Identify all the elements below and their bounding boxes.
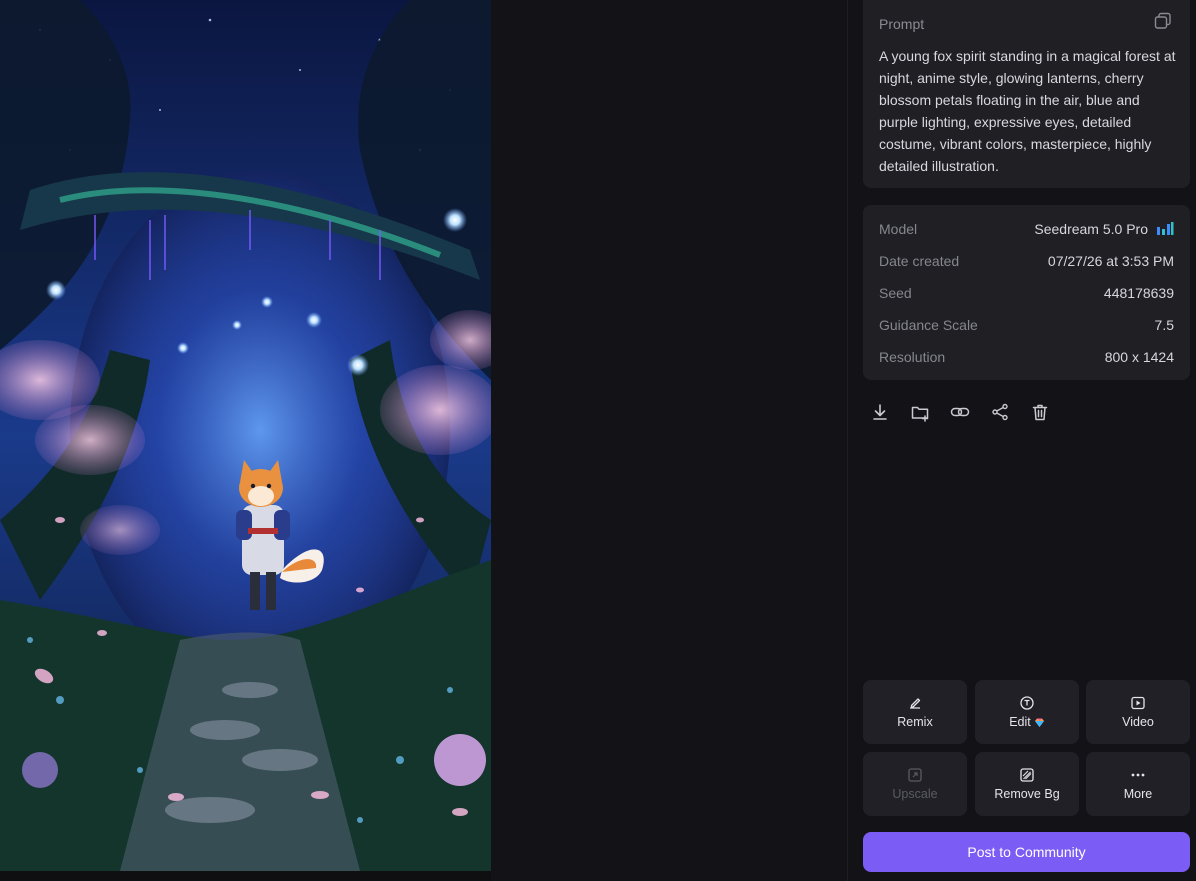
download-icon[interactable] [870,402,890,422]
remix-button[interactable]: Remix [863,680,967,744]
post-to-community-button[interactable]: Post to Community [863,832,1190,872]
gem-icon [1034,718,1044,727]
meta-row-seed: Seed 448178639 [879,283,1174,303]
remove-bg-label: Remove Bg [994,787,1060,801]
meta-row-resolution: Resolution 800 x 1424 [879,347,1174,367]
image-actions [870,402,1050,422]
video-button[interactable]: Video [1086,680,1190,744]
video-label: Video [1122,715,1154,729]
details-panel: Prompt A young fox spirit standing in a … [848,0,1196,881]
meta-row-model: Model Seedream 5.0 Pro [879,219,1174,239]
remix-label: Remix [897,715,933,729]
meta-value: 07/27/26 at 3:53 PM [1047,253,1174,269]
remove-bg-icon [1020,768,1034,782]
share-icon[interactable] [990,402,1010,422]
prompt-text: A young fox spirit standing in a magical… [879,48,1176,174]
more-label: More [1123,787,1153,801]
meta-row-date: Date created 07/27/26 at 3:53 PM [879,251,1174,271]
more-button[interactable]: More [1086,752,1190,816]
meta-key: Seed [879,285,912,301]
upscale-label: Upscale [892,787,938,801]
app-root: Prompt A young fox spirit standing in a … [0,0,1196,881]
meta-value: 7.5 [1154,317,1174,333]
meta-value: 448178639 [1103,285,1174,301]
prompt-label: Prompt [879,16,925,32]
meta-value: 800 x 1424 [1104,349,1174,365]
prompt-card: Prompt A young fox spirit standing in a … [863,0,1190,188]
fox-spirit-forest-image [0,0,491,871]
meta-key: Model [879,221,918,237]
more-icon [1131,773,1145,777]
upscale-button[interactable]: Upscale [863,752,967,816]
remove-bg-button[interactable]: Remove Bg [975,752,1079,816]
link-icon[interactable] [950,402,970,422]
meta-key: Resolution [879,349,946,365]
remix-icon [910,698,921,709]
edit-button[interactable]: Edit [975,680,1079,744]
edit-label: Edit [1009,715,1031,729]
edit-icon [1020,696,1034,710]
metadata-card: Model Seedream 5.0 Pro Date created 07/2… [863,205,1190,380]
meta-key: Date created [879,253,960,269]
generated-image[interactable] [0,0,491,871]
video-icon [1131,696,1145,710]
add-to-folder-icon[interactable] [910,402,930,422]
image-bottom-strip [0,871,491,881]
copy-icon[interactable] [1154,12,1172,30]
model-name: Seedream 5.0 Pro [1034,221,1148,237]
meta-row-guidance: Guidance Scale 7.5 [879,315,1174,335]
trash-icon[interactable] [1030,402,1050,422]
meta-key: Guidance Scale [879,317,978,333]
canvas-background [491,0,847,881]
upscale-icon [908,768,922,782]
model-badge-icon [1157,222,1174,235]
